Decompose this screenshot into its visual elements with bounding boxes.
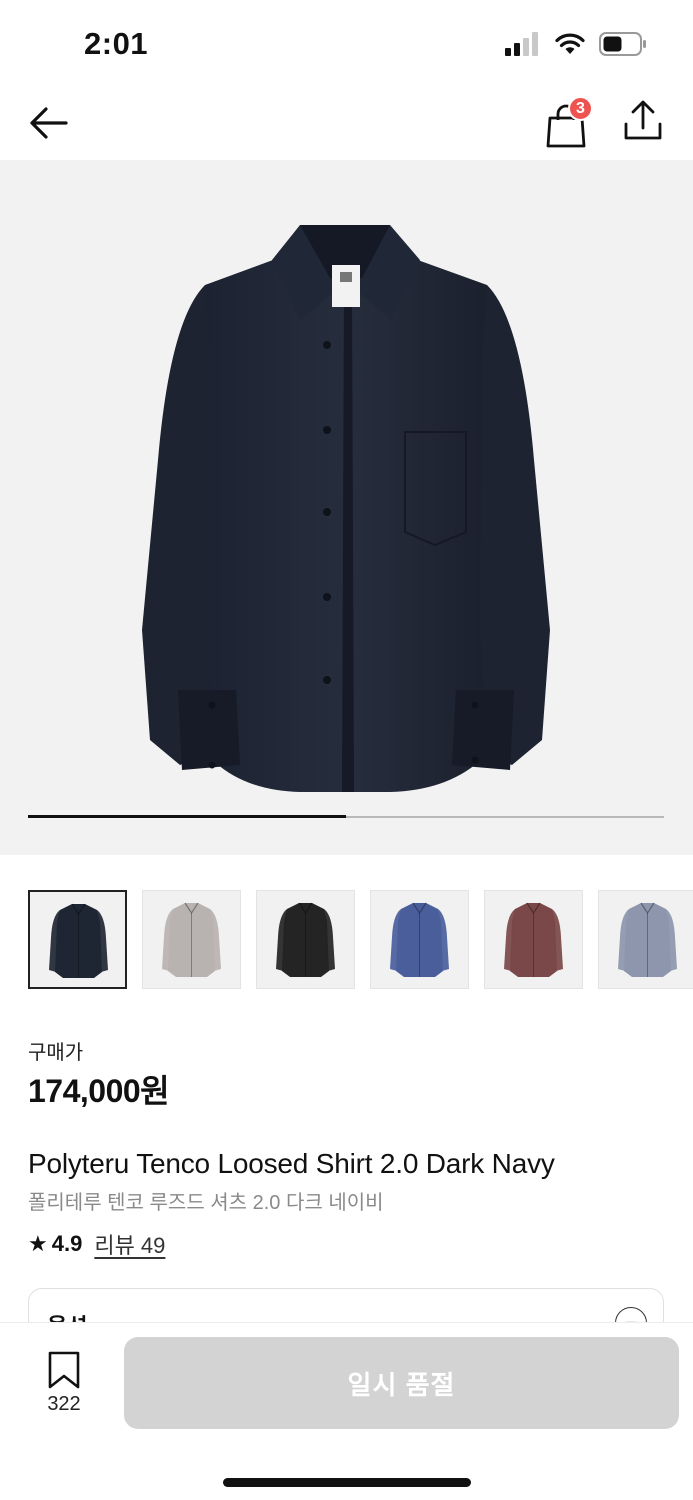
cart-button[interactable]: 3 (544, 96, 598, 148)
product-image-carousel[interactable] (0, 160, 693, 855)
back-button[interactable] (26, 100, 72, 146)
color-thumbnail[interactable] (28, 890, 127, 989)
status-icons (505, 32, 647, 56)
arrow-left-icon (30, 107, 68, 139)
product-name-korean: 폴리테루 텐코 루즈드 셔츠 2.0 다크 네이비 (28, 1192, 384, 1214)
carousel-progress-track (28, 815, 664, 818)
color-thumbnail[interactable] (598, 890, 693, 989)
home-indicator (223, 1478, 471, 1487)
thumbnail-shirt-image (390, 902, 449, 977)
wifi-icon (555, 33, 585, 54)
review-link[interactable]: 리뷰 49 (94, 1228, 165, 1260)
status-time: 2:01 (84, 26, 149, 61)
color-thumbnail[interactable] (142, 890, 241, 989)
thumbnail-shirt-image (49, 903, 108, 978)
rating-score: 4.9 (51, 1231, 83, 1256)
color-thumbnail[interactable] (256, 890, 355, 989)
color-thumbnail[interactable] (370, 890, 469, 989)
star-icon: ★ (28, 1231, 48, 1256)
share-button[interactable] (620, 98, 666, 144)
status-bar: 2:01 (0, 0, 693, 88)
thumbnail-shirt-image (276, 902, 335, 977)
bottom-action-bar: 322 일시 품절 (0, 1322, 693, 1500)
cart-count-badge: 3 (568, 96, 593, 121)
color-thumbnail[interactable] (484, 890, 583, 989)
bookmark-count: 322 (47, 1393, 81, 1415)
signal-icon (505, 32, 538, 56)
carousel-progress-fill (28, 815, 346, 818)
price-label: 구매가 (28, 1042, 84, 1064)
share-icon (624, 100, 662, 140)
thumbnail-shirt-image (504, 902, 563, 977)
sold-out-button[interactable]: 일시 품절 (124, 1337, 679, 1429)
rating-row: ★ 4.9 리뷰 49 (28, 1228, 165, 1260)
thumbnail-shirt-image (618, 902, 677, 977)
bookmark-icon (48, 1351, 80, 1389)
product-image (142, 225, 550, 792)
thumbnail-shirt-image (162, 902, 221, 977)
product-name-english: Polyteru Tenco Loosed Shirt 2.0 Dark Nav… (28, 1148, 555, 1179)
bookmark-button[interactable]: 322 (36, 1351, 92, 1416)
price-value: 174,000원 (28, 1073, 170, 1109)
color-thumbnail-list (28, 890, 693, 989)
top-navigation: 3 (0, 88, 693, 160)
battery-icon (599, 32, 646, 56)
